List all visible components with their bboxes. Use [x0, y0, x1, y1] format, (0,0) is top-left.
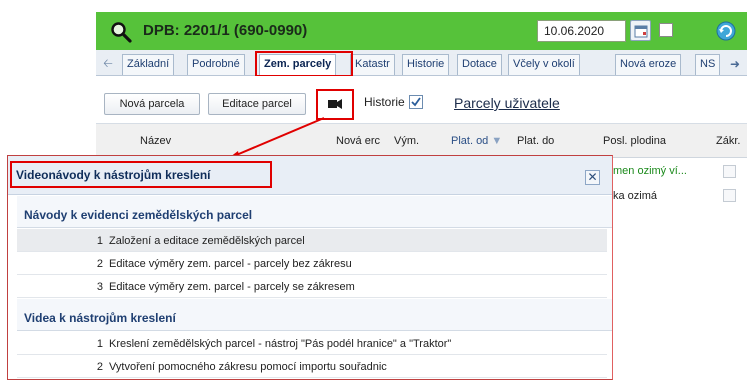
video-item-label: Založení a editace zemědělských parcel — [109, 235, 305, 247]
video-item-label: Kreslení zemědělských parcel - nástroj "… — [109, 338, 452, 350]
video-item-label: Vytvoření pomocného zákresu pomocí impor… — [109, 361, 387, 373]
video-item-label: Editace výměry zem. parcel - parcely bez… — [109, 258, 352, 270]
group-header-drawing: Videa k nástrojům kreslení — [17, 299, 612, 331]
close-icon[interactable]: ✕ — [585, 170, 600, 185]
video-item-number: 2 — [96, 361, 103, 373]
dialog-title-highlight — [10, 161, 272, 188]
video-item-number: 3 — [96, 281, 103, 293]
group-header-evidence: Návody k evidenci zemědělských parcel — [17, 196, 612, 228]
video-item-number: 1 — [96, 235, 103, 247]
video-item-number: 1 — [96, 338, 103, 350]
video-item[interactable]: 2 Editace výměry zem. parcel - parcely b… — [17, 252, 607, 275]
video-item-number: 2 — [96, 258, 103, 270]
video-tutorials-dialog: Videonávody k nástrojům kreslení ✕ Návod… — [7, 155, 613, 380]
dialog-header: Videonávody k nástrojům kreslení ✕ — [8, 156, 612, 195]
video-item[interactable]: 1 Kreslení zemědělských parcel - nástroj… — [17, 332, 607, 355]
video-item[interactable]: 3 Editace výměry zem. parcel - parcely s… — [17, 275, 607, 298]
video-item[interactable]: 1 Založení a editace zemědělských parcel — [17, 229, 607, 252]
video-item[interactable]: 2 Vytvoření pomocného zákresu pomocí imp… — [17, 355, 607, 378]
video-item-label: Editace výměry zem. parcel - parcely se … — [109, 281, 355, 293]
